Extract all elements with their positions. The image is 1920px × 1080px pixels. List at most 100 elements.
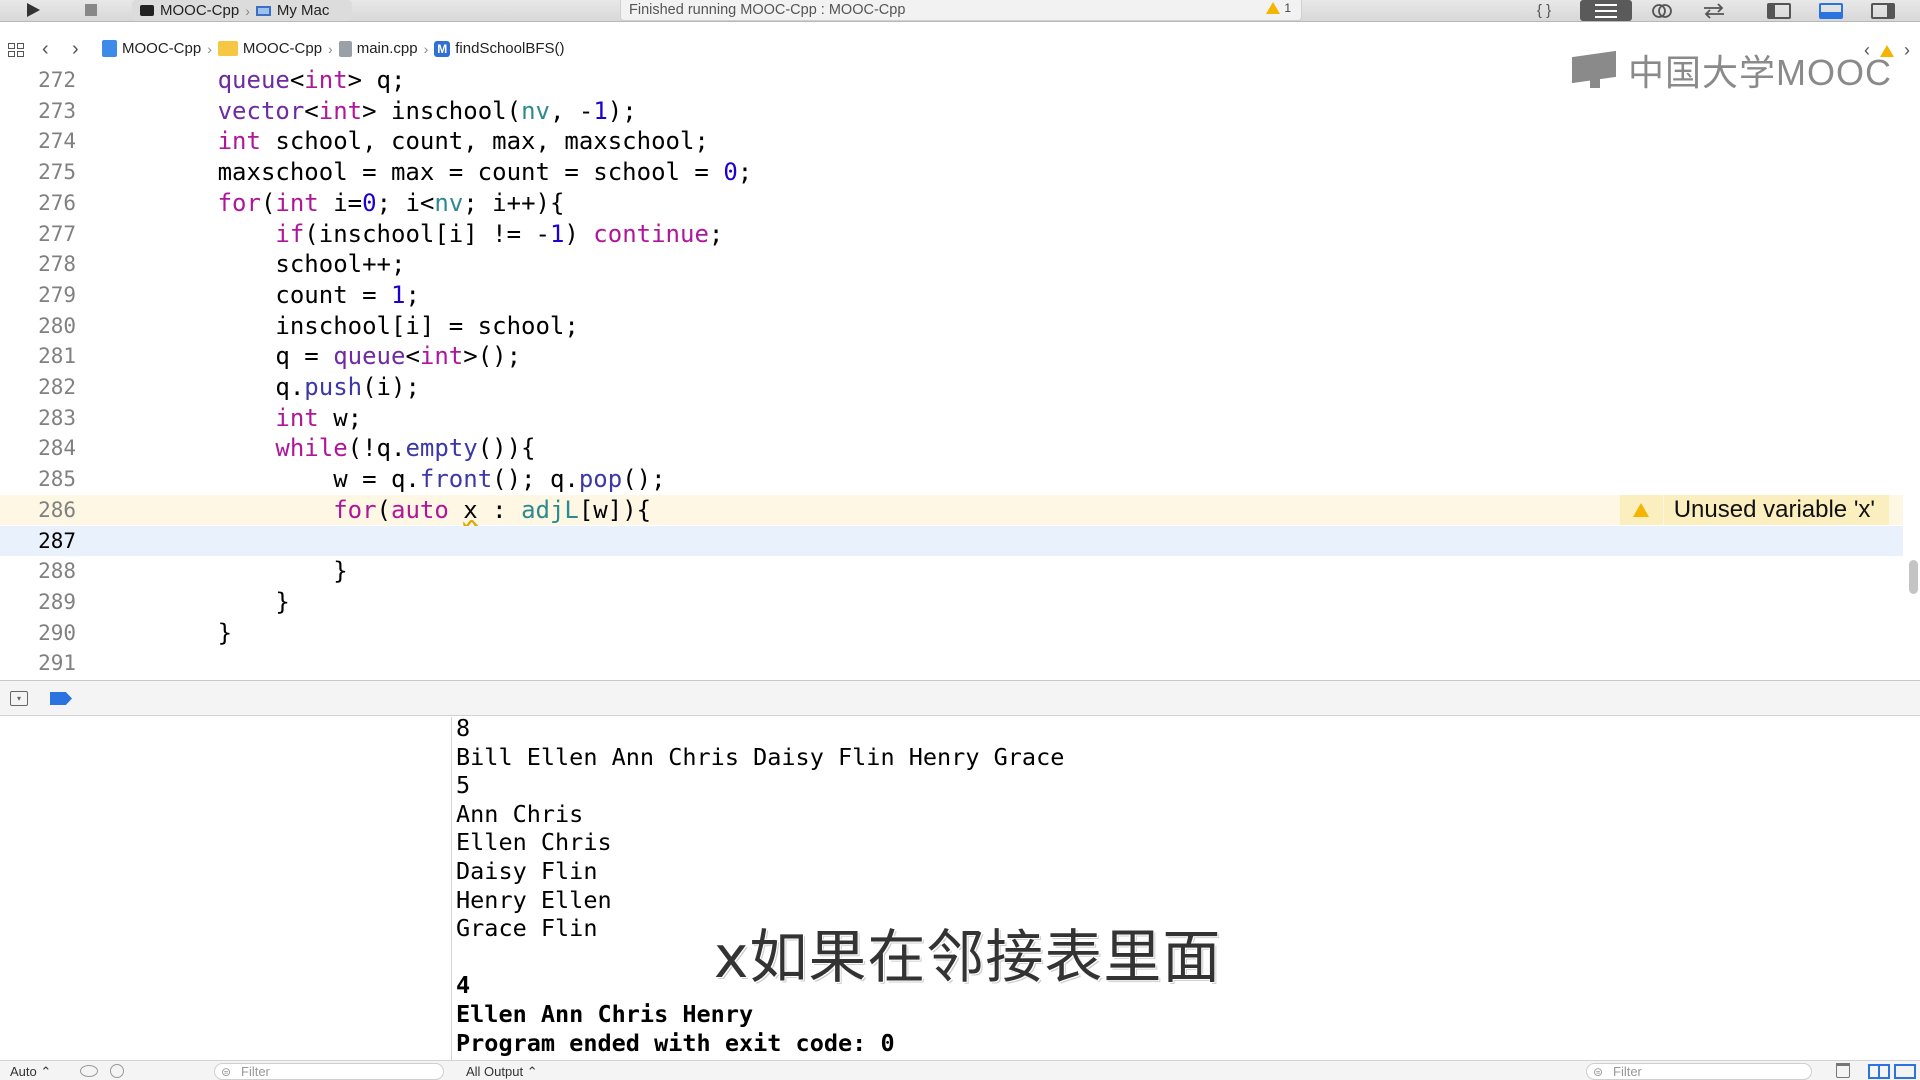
code-line[interactable]: 280 inschool[i] = school;	[0, 311, 1903, 342]
breadcrumb-project[interactable]: MOOC-Cpp	[102, 40, 201, 57]
code-line[interactable]: 274 int school, count, max, maxschool;	[0, 126, 1903, 157]
mac-icon	[255, 5, 271, 16]
code-text: }	[102, 557, 348, 586]
line-number[interactable]: 285	[0, 464, 76, 495]
code-review-button[interactable]: { }	[1522, 0, 1566, 21]
console-filter-input[interactable]: Filter	[1586, 1063, 1812, 1080]
breadcrumb-label: main.cpp	[356, 40, 418, 57]
breadcrumb-symbol[interactable]: M findSchoolBFS()	[434, 40, 564, 57]
line-number[interactable]: 279	[0, 280, 76, 311]
warning-message: Unused variable 'x'	[1673, 495, 1875, 523]
console-only-icon[interactable]	[1894, 1064, 1916, 1079]
line-number[interactable]: 287	[0, 526, 76, 557]
code-text: }	[102, 587, 290, 616]
line-number[interactable]: 278	[0, 249, 76, 280]
console-line: Grace Flin	[456, 914, 598, 943]
run-button[interactable]	[18, 0, 48, 20]
editor-scrollbar[interactable]	[1909, 560, 1918, 594]
code-text: count = 1;	[102, 280, 420, 309]
assistant-editor-icon	[1652, 3, 1672, 18]
code-line[interactable]: 285 w = q.front(); q.pop();	[0, 464, 1903, 495]
eye-icon[interactable]	[80, 1065, 98, 1077]
code-line[interactable]: 283 int w;	[0, 403, 1903, 434]
activity-status-bar: Finished running MOOC-Cpp : MOOC-Cpp 1	[620, 0, 1302, 21]
info-icon[interactable]	[110, 1064, 124, 1078]
split-view-icon[interactable]	[1868, 1064, 1890, 1079]
warning-count: 1	[1284, 1, 1291, 15]
line-number[interactable]: 290	[0, 618, 76, 649]
breadcrumb-folder[interactable]: MOOC-Cpp	[217, 40, 322, 57]
code-line[interactable]: 289 }	[0, 587, 1903, 618]
line-number[interactable]: 277	[0, 219, 76, 250]
code-line[interactable]: 272 queue<int> q;	[0, 66, 1903, 96]
debug-area-toggle-button[interactable]	[1814, 0, 1848, 21]
related-items-icon[interactable]	[8, 43, 24, 57]
standard-editor-icon	[1595, 3, 1617, 18]
console-line: Program ended with exit code: 0	[456, 1028, 895, 1057]
version-editor-button[interactable]	[1692, 0, 1736, 21]
line-number[interactable]: 280	[0, 311, 76, 342]
breadcrumb-file[interactable]: main.cpp	[338, 40, 418, 57]
line-number[interactable]: 281	[0, 341, 76, 372]
stop-button[interactable]	[76, 0, 106, 20]
code-line[interactable]: 279 count = 1;	[0, 280, 1903, 311]
code-line[interactable]: 277 if(inschool[i] != -1) continue;	[0, 219, 1903, 250]
console-line: Daisy Flin	[456, 857, 598, 885]
line-number[interactable]: 275	[0, 157, 76, 188]
code-line[interactable]: 281 q = queue<int>();	[0, 341, 1903, 372]
code-line[interactable]: 276 for(int i=0; i<nv; i++){	[0, 188, 1903, 219]
inline-warning[interactable]: Unused variable 'x'	[1619, 494, 1889, 526]
code-line[interactable]: 290 }	[0, 618, 1903, 649]
trash-icon[interactable]	[1836, 1063, 1850, 1078]
console-output[interactable]: 8 Bill Ellen Ann Chris Daisy Flin Henry G…	[453, 717, 1920, 1060]
scheme-selector[interactable]: MOOC-Cpp › My Mac	[132, 0, 352, 21]
output-selector[interactable]: All Output ⌃	[466, 1064, 538, 1080]
assistant-editor-button[interactable]	[1640, 0, 1684, 21]
line-number[interactable]: 289	[0, 587, 76, 618]
code-text: while(!q.empty()){	[275, 434, 536, 463]
hide-debug-area-button[interactable]: ▾	[10, 691, 28, 706]
code-text: q = queue<int>();	[102, 342, 522, 371]
line-number[interactable]: 283	[0, 403, 76, 434]
code-line[interactable]: 288 }	[0, 556, 1903, 587]
code-text: queue<int> q;	[217, 66, 406, 94]
line-number[interactable]: 274	[0, 126, 76, 157]
source-editor[interactable]: 272 queue<int> q; 273 vector<int> inschoo…	[0, 66, 1903, 678]
console-line: Ellen Ann Chris Henry	[456, 1000, 754, 1028]
line-number[interactable]: 282	[0, 372, 76, 403]
code-line[interactable]: 287	[0, 525, 1903, 557]
code-line[interactable]: 284 while(!q.empty()){	[0, 433, 1903, 464]
line-number[interactable]: 288	[0, 556, 76, 587]
utilities-toggle-button[interactable]	[1866, 0, 1900, 21]
line-number[interactable]: 273	[0, 96, 76, 127]
code-text: for(int i=0; i<nv; i++){	[217, 188, 565, 217]
code-line[interactable]: 275 maxschool = max = count = school = 0…	[0, 157, 1903, 188]
standard-editor-button[interactable]	[1580, 0, 1632, 21]
forward-button[interactable]: ›	[72, 38, 79, 61]
code-line[interactable]: 282 q.push(i);	[0, 372, 1903, 403]
back-button[interactable]: ‹	[42, 38, 49, 61]
variables-filter-input[interactable]: Filter	[214, 1063, 444, 1080]
line-number[interactable]: 276	[0, 188, 76, 219]
debug-bar: ▾	[0, 680, 1920, 716]
run-destination: My Mac	[276, 2, 330, 19]
code-line[interactable]: 286 for(auto x : adjL[w]){Unused variabl…	[0, 494, 1903, 526]
line-number[interactable]: 291	[0, 648, 76, 678]
console-line: Henry Ellen	[456, 885, 612, 914]
variables-view	[0, 717, 452, 1060]
warning-indicator[interactable]: 1	[1266, 1, 1291, 15]
line-number[interactable]: 272	[0, 66, 76, 96]
code-line[interactable]: 273 vector<int> inschool(nv, -1);	[0, 96, 1903, 127]
line-number[interactable]: 284	[0, 433, 76, 464]
code-text: school++;	[102, 250, 406, 279]
breakpoints-toggle-icon[interactable]	[50, 692, 72, 705]
terminal-icon	[140, 5, 154, 16]
code-line[interactable]: 278 school++;	[0, 249, 1903, 280]
window-toolbar: MOOC-Cpp › My Mac Finished running MOOC-…	[0, 0, 1920, 22]
code-text: vector<int> inschool(nv, -1);	[217, 96, 637, 125]
navigator-toggle-button[interactable]	[1762, 0, 1796, 21]
line-number[interactable]: 286	[0, 495, 76, 526]
next-issue-button[interactable]: ›	[1904, 40, 1910, 61]
variables-scope-selector[interactable]: Auto ⌃	[10, 1064, 51, 1080]
code-line[interactable]: 291	[0, 648, 1903, 678]
